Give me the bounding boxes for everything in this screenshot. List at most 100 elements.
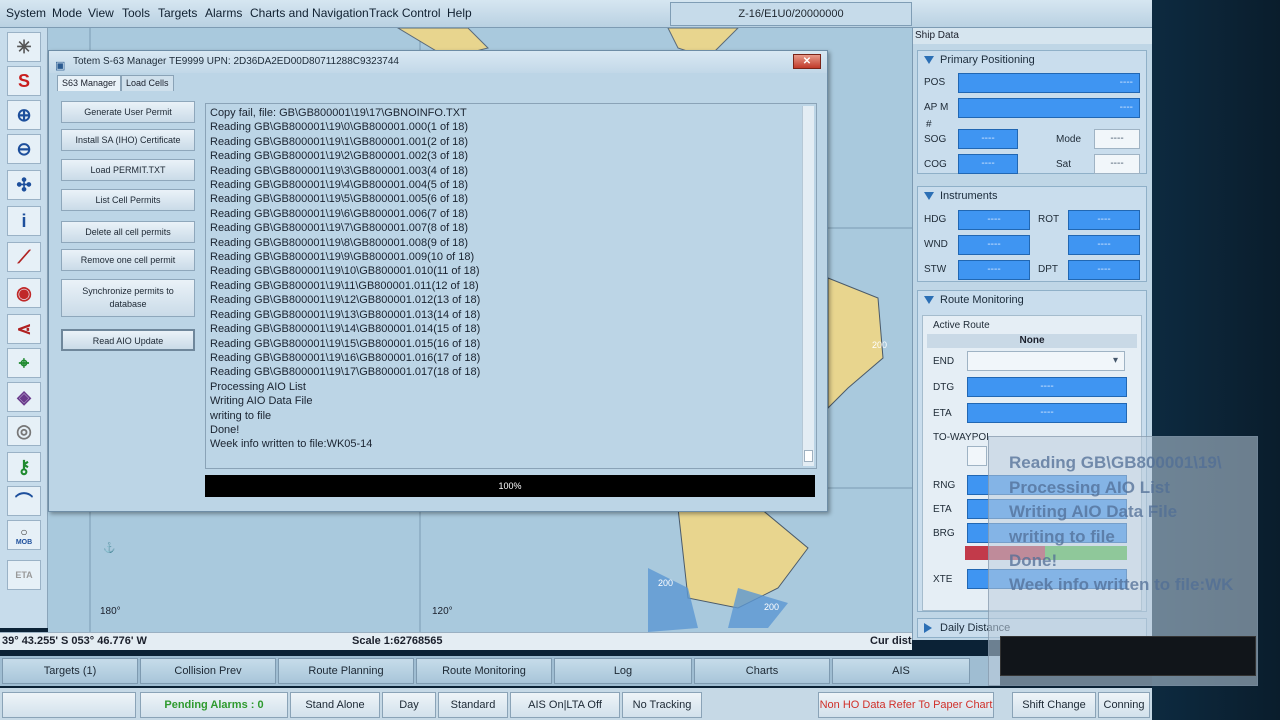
end-waypoint-select[interactable]: ▾: [967, 351, 1125, 371]
compass-icon[interactable]: ◈: [7, 382, 41, 412]
crosshair-icon[interactable]: ✣: [7, 170, 41, 200]
nav-charts[interactable]: Charts: [694, 658, 830, 684]
close-button[interactable]: ✕: [793, 54, 821, 69]
route-monitoring-header[interactable]: Route Monitoring: [918, 291, 1146, 309]
sog-label: SOG: [924, 134, 947, 145]
satellite-icon[interactable]: ✳: [7, 32, 41, 62]
log-scrollbar[interactable]: [802, 106, 814, 466]
nav-route-planning[interactable]: Route Planning: [278, 658, 414, 684]
shift-change-button[interactable]: Shift Change: [1012, 692, 1096, 718]
remove-one-permit-button[interactable]: Remove one cell permit: [61, 249, 195, 271]
primary-positioning-header[interactable]: Primary Positioning: [918, 51, 1146, 69]
instruments-header[interactable]: Instruments: [918, 187, 1146, 205]
menu-targets[interactable]: Targets: [158, 6, 197, 20]
stw-field: ----: [958, 260, 1030, 280]
to-waypoint-field[interactable]: [967, 446, 987, 466]
nav-targets[interactable]: Targets (1): [2, 658, 138, 684]
dialog-title-bar[interactable]: ▣ Totem S-63 Manager TE9999 UPN: 2D36DA2…: [49, 51, 827, 73]
menu-track-control[interactable]: Track Control: [369, 6, 441, 20]
stand-alone-button[interactable]: Stand Alone: [290, 692, 380, 718]
eta-label: ETA: [933, 408, 952, 419]
nav-route-monitoring[interactable]: Route Monitoring: [416, 658, 552, 684]
scale-readout: Scale 1:62768565: [352, 635, 443, 647]
apm-label: AP M: [924, 102, 949, 113]
eta-icon-label: ETA: [15, 570, 33, 580]
wave-icon[interactable]: ⌒: [7, 486, 41, 516]
log-output[interactable]: Copy fail, file: GB\GB800001\19\17\GBNOI…: [205, 103, 817, 469]
ho-data-warning: Non HO Data Refer To Paper Chart: [818, 692, 994, 718]
nav-bar: Targets (1) Collision Prev Route Plannin…: [0, 656, 1000, 686]
load-permit-button[interactable]: Load PERMIT.TXT: [61, 159, 195, 181]
cur-dist-label: Cur dist: [870, 635, 912, 647]
eta-field: ----: [967, 403, 1127, 423]
depth-label: 200: [658, 578, 674, 588]
coordinate-bar: 39° 43.255' S 053° 46.776' W Scale 1:627…: [0, 632, 912, 650]
key-icon[interactable]: ⚷: [7, 452, 41, 482]
menu-system[interactable]: System: [6, 6, 46, 20]
dialog-title: Totem S-63 Manager TE9999 UPN: 2D36DA2ED…: [73, 56, 399, 67]
menu-view[interactable]: View: [88, 6, 114, 20]
install-sa-certificate-button[interactable]: Install SA (IHO) Certificate: [61, 129, 195, 151]
read-aio-update-button[interactable]: Read AIO Update: [61, 329, 195, 351]
zoom-in-icon[interactable]: ⊕: [7, 100, 41, 130]
nav-log[interactable]: Log: [554, 658, 692, 684]
log-line: Reading GB\GB800001\19\6\GB800001.006(7 …: [210, 207, 469, 220]
nav-ais[interactable]: AIS: [832, 658, 970, 684]
ais-lta-button[interactable]: AIS On|LTA Off: [510, 692, 620, 718]
hdg-field: ----: [958, 210, 1030, 230]
stw-label: STW: [924, 264, 947, 275]
progress-label: 100%: [498, 481, 522, 491]
menu-help[interactable]: Help: [447, 6, 472, 20]
apm-field: ----: [958, 98, 1140, 118]
chart-status-field: Z-16/E1U0/20000000: [670, 2, 912, 26]
active-route-value: None: [927, 334, 1137, 348]
rot-field: ----: [1068, 210, 1140, 230]
target-icon[interactable]: ⌖: [7, 348, 41, 378]
route-icon[interactable]: ⋖: [7, 314, 41, 344]
status-bar: Pending Alarms : 0 Stand Alone Day Stand…: [0, 688, 1152, 720]
menu-charts-navigation[interactable]: Charts and Navigation: [250, 6, 369, 20]
menu-tools[interactable]: Tools: [122, 6, 150, 20]
tab-load-cells[interactable]: Load Cells: [121, 75, 174, 91]
day-button[interactable]: Day: [382, 692, 436, 718]
log-line: Reading GB\GB800001\19\2\GB800001.002(3 …: [210, 150, 469, 163]
line-icon[interactable]: ⟋: [7, 242, 41, 272]
tab-s63-manager[interactable]: S63 Manager: [57, 75, 122, 91]
nav-collision-prev[interactable]: Collision Prev: [140, 658, 276, 684]
info-icon[interactable]: i: [7, 206, 41, 236]
menu-mode[interactable]: Mode: [52, 6, 82, 20]
mode-label: Mode: [1056, 134, 1082, 145]
eta-icon[interactable]: ETA: [7, 560, 41, 590]
to-waypoint-label: TO-WAYPOI: [933, 432, 989, 443]
pending-alarms-button[interactable]: Pending Alarms : 0: [140, 692, 288, 718]
zoom-out-icon[interactable]: ⊖: [7, 134, 41, 164]
dpt-label: DPT: [1038, 264, 1058, 275]
scrollbar-thumb[interactable]: [804, 450, 813, 462]
menu-alarms[interactable]: Alarms: [205, 6, 242, 20]
mode-field: ----: [1094, 129, 1140, 149]
s-icon[interactable]: S: [7, 66, 41, 96]
tracking-button[interactable]: No Tracking: [622, 692, 702, 718]
log-line: Reading GB\GB800001\19\10\GB800001.010(1…: [210, 265, 480, 278]
alarm-icon[interactable]: ◉: [7, 278, 41, 308]
disc-icon[interactable]: ◎: [7, 416, 41, 446]
synchronize-permits-button[interactable]: Synchronize permits to database: [61, 279, 195, 317]
log-lines: Copy fail, file: GB\GB800001\19\17\GBNOI…: [206, 104, 816, 452]
standard-button[interactable]: Standard: [438, 692, 508, 718]
log-line: Reading GB\GB800001\19\15\GB800001.015(1…: [210, 337, 481, 350]
overlay-line: Week info written to file:WK: [1009, 575, 1234, 594]
log-line: Reading GB\GB800001\19\1\GB800001.001(2 …: [210, 135, 469, 148]
anchor-icon: ⚓: [103, 543, 116, 554]
overlay-line: Reading GB\GB800001\19\: [1009, 453, 1222, 472]
mob-icon[interactable]: ○ MOB: [7, 520, 41, 550]
xte-label: XTE: [933, 574, 953, 585]
overlay-dark-panel: [1000, 636, 1256, 676]
left-toolbar: ✳ S ⊕ ⊖ ✣ i ⟋ ◉ ⋖ ⌖ ◈ ◎ ⚷ ⌒ ○ MOB ETA: [0, 28, 48, 628]
delete-all-permits-button[interactable]: Delete all cell permits: [61, 221, 195, 243]
end-label: END: [933, 356, 955, 367]
rng-label: RNG: [933, 480, 956, 491]
list-cell-permits-button[interactable]: List Cell Permits: [61, 189, 195, 211]
conning-button[interactable]: Conning: [1098, 692, 1150, 718]
log-line: Reading GB\GB800001\19\13\GB800001.013(1…: [210, 308, 481, 321]
generate-user-permit-button[interactable]: Generate User Permit: [61, 101, 195, 123]
